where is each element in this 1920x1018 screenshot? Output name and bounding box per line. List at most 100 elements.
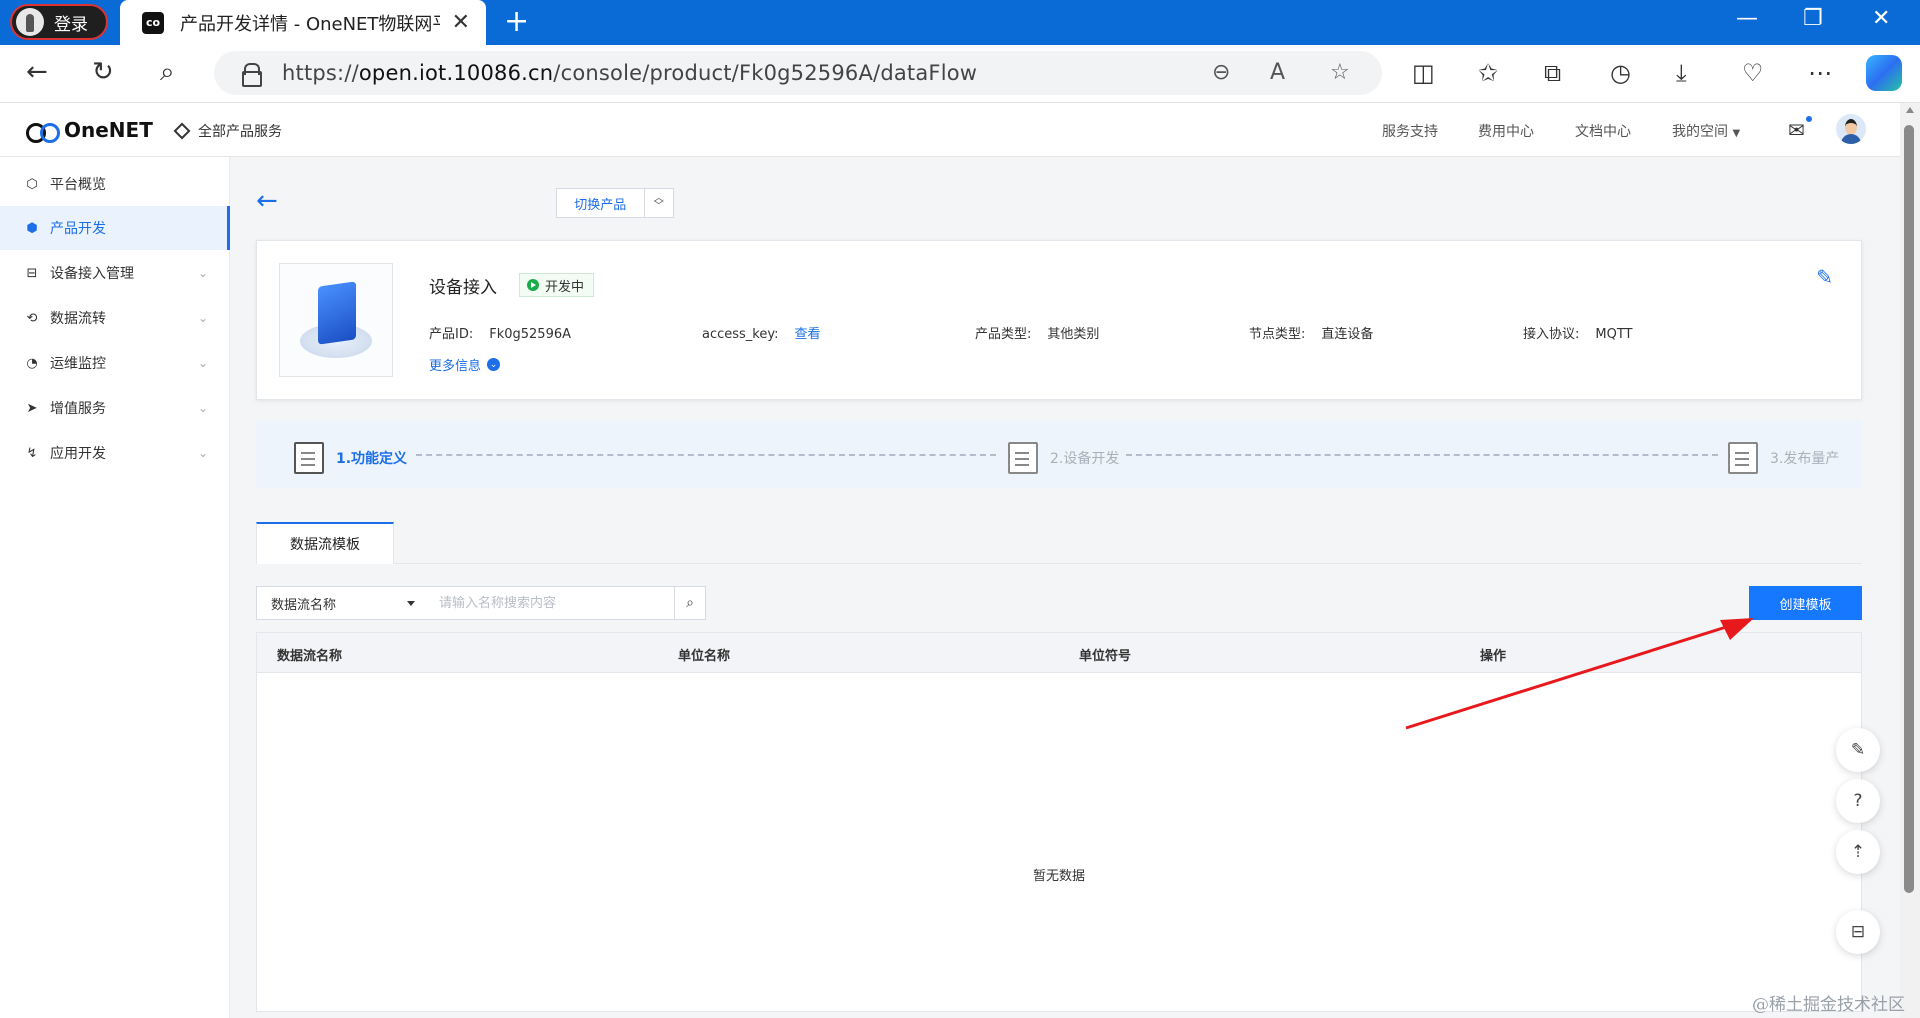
field-protocol: 接入协议: MQTT: [1523, 327, 1633, 342]
step-function-definition[interactable]: 1.功能定义: [294, 442, 407, 474]
all-services-label: 全部产品服务: [198, 124, 282, 140]
search-button[interactable]: ⌕: [674, 586, 706, 620]
field-access-key: access_key: 查看: [702, 327, 821, 342]
url-field[interactable]: https://open.iot.10086.cn/console/produc…: [214, 51, 1382, 95]
tab-title: 产品开发详情 - OneNET物联网平: [180, 13, 440, 35]
step-label: 1.功能定义: [336, 451, 408, 467]
address-bar: ← ↻ ⌕ https://open.iot.10086.cn/console/…: [0, 45, 1920, 103]
browser-tab-active[interactable]: co 产品开发详情 - OneNET物联网平 ✕: [120, 0, 486, 45]
monitor-icon: ◔: [26, 355, 38, 371]
profile-button[interactable]: 登录: [10, 4, 108, 40]
sidebar-item-overview[interactable]: ⬡ 平台概览: [0, 162, 230, 206]
health-icon[interactable]: ♡: [1742, 59, 1764, 87]
help-button[interactable]: ?: [1836, 779, 1880, 823]
checklist-icon: [1728, 442, 1758, 474]
column-header: 单位名称: [678, 649, 731, 664]
header-link-my-space[interactable]: 我的空间 ▼: [1672, 121, 1740, 141]
header-link-billing[interactable]: 费用中心: [1478, 121, 1534, 141]
url-text: https://open.iot.10086.cn/console/produc…: [282, 61, 978, 85]
profile-avatar: [16, 8, 44, 36]
document-edit-icon: [294, 442, 324, 474]
browser-tab-bar: 登录 co 产品开发详情 - OneNET物联网平 ✕ + — ❐ ✕: [0, 0, 1920, 45]
restore-icon[interactable]: ❐: [1803, 6, 1823, 31]
download-icon[interactable]: ⤓: [1676, 59, 1687, 87]
up-down-chevron-icon: ︿ ﹀: [643, 189, 674, 217]
caret-down-icon: [407, 601, 415, 606]
sidebar-item-label: 增值服务: [50, 401, 106, 417]
close-icon[interactable]: ✕: [452, 10, 470, 35]
all-services-link[interactable]: 全部产品服务: [173, 121, 282, 141]
header-link-docs[interactable]: 文档中心: [1575, 121, 1631, 141]
onenet-logo-icon: [26, 121, 60, 143]
sidebar-item-label: 应用开发: [50, 446, 106, 462]
sidebar-item-value-added[interactable]: ➤ 增值服务 ⌄: [0, 386, 230, 430]
back-icon[interactable]: ←: [26, 57, 48, 87]
sidebar-item-monitoring[interactable]: ◔ 运维监控 ⌄: [0, 341, 230, 385]
scroll-up-icon[interactable]: [1906, 107, 1914, 113]
zoom-out-icon[interactable]: ⊖: [1212, 60, 1230, 85]
search-icon[interactable]: ⌕: [160, 57, 175, 87]
history-icon[interactable]: ◷: [1610, 59, 1631, 87]
more-info-label: 更多信息: [429, 359, 482, 374]
step-release[interactable]: 3.发布量产: [1728, 442, 1839, 474]
play-icon: [527, 279, 539, 291]
mail-icon[interactable]: ✉: [1788, 118, 1805, 142]
edit-icon[interactable]: ✎: [1816, 265, 1833, 289]
sidebar-item-app-dev[interactable]: ↯ 应用开发 ⌄: [0, 431, 230, 475]
switch-product-button[interactable]: 切换产品 ︿ ﹀: [556, 188, 674, 218]
column-header: 单位符号: [1079, 649, 1132, 664]
user-avatar[interactable]: [1836, 114, 1866, 144]
more-info-link[interactable]: 更多信息 ⌄: [429, 355, 501, 374]
filter-field-select[interactable]: 数据流名称: [256, 586, 428, 620]
copilot-icon[interactable]: [1866, 55, 1902, 91]
sidebar-item-label: 运维监控: [50, 356, 106, 372]
collapse-button[interactable]: ⊟: [1836, 910, 1880, 954]
refresh-icon[interactable]: ↻: [92, 57, 114, 87]
switch-product-label: 切换产品: [574, 197, 627, 213]
notification-dot: [1806, 116, 1812, 122]
search-input[interactable]: [427, 586, 675, 620]
product-name: 设备接入: [429, 278, 497, 298]
sidebar: ⬡ 平台概览 ⬢ 产品开发 ⊟ 设备接入管理 ⌄ ⟲ 数据流转 ⌄ ◔ 运维监控…: [0, 157, 230, 1018]
view-access-key-link[interactable]: 查看: [795, 327, 821, 342]
back-arrow-icon[interactable]: ←: [256, 186, 278, 216]
flow-icon: ⟲: [26, 310, 38, 326]
favorites-icon[interactable]: ✩: [1478, 59, 1498, 87]
scroll-top-button[interactable]: ⇡: [1836, 830, 1880, 874]
profile-label: 登录: [54, 14, 88, 35]
window-close-icon[interactable]: ✕: [1872, 6, 1890, 31]
new-tab-icon[interactable]: +: [504, 4, 529, 39]
header-link-support[interactable]: 服务支持: [1382, 121, 1438, 141]
field-node-type: 节点类型: 直连设备: [1249, 327, 1374, 342]
status-badge: 开发中: [519, 273, 595, 297]
status-label: 开发中: [545, 279, 585, 295]
step-device-dev[interactable]: 2.设备开发: [1008, 442, 1119, 474]
sidebar-item-data-flow[interactable]: ⟲ 数据流转 ⌄: [0, 296, 230, 340]
sidebar-item-label: 产品开发: [50, 221, 106, 237]
feedback-button[interactable]: ✎: [1836, 728, 1880, 772]
minimize-icon[interactable]: —: [1736, 6, 1758, 31]
sidebar-item-label: 平台概览: [50, 177, 106, 193]
collections-icon[interactable]: ⧉: [1544, 59, 1561, 87]
chevron-down-icon: ⌄: [197, 356, 208, 370]
help-icon: ?: [1853, 791, 1863, 811]
split-screen-icon[interactable]: ◫: [1412, 59, 1435, 87]
onenet-logo[interactable]: OneNET: [26, 118, 153, 143]
sidebar-item-label: 设备接入管理: [50, 266, 134, 282]
device-icon: ⊟: [26, 265, 38, 281]
chevron-down-icon: ⌄: [487, 358, 501, 371]
sidebar-item-product-dev[interactable]: ⬢ 产品开发: [0, 206, 230, 250]
logo-text: OneNET: [64, 118, 153, 142]
more-icon[interactable]: ⋯: [1808, 59, 1832, 87]
product-cube-icon: [318, 281, 356, 345]
product-card: 设备接入 开发中 产品ID: Fk0g52596A access_key: 查看 产…: [256, 240, 1862, 400]
read-aloud-icon[interactable]: A: [1270, 60, 1285, 85]
sidebar-item-device-access[interactable]: ⊟ 设备接入管理 ⌄: [0, 251, 230, 295]
scroll-thumb[interactable]: [1904, 125, 1914, 893]
app-header: OneNET 全部产品服务 服务支持 费用中心 文档中心 我的空间 ▼ ✉: [0, 103, 1900, 157]
favorite-star-icon[interactable]: ☆: [1330, 60, 1350, 85]
page-scrollbar[interactable]: [1900, 103, 1920, 1018]
edit-note-icon: ✎: [1850, 740, 1866, 760]
annotation-arrow: [1405, 618, 1754, 730]
tab-dataflow-template[interactable]: 数据流模板: [256, 522, 394, 564]
